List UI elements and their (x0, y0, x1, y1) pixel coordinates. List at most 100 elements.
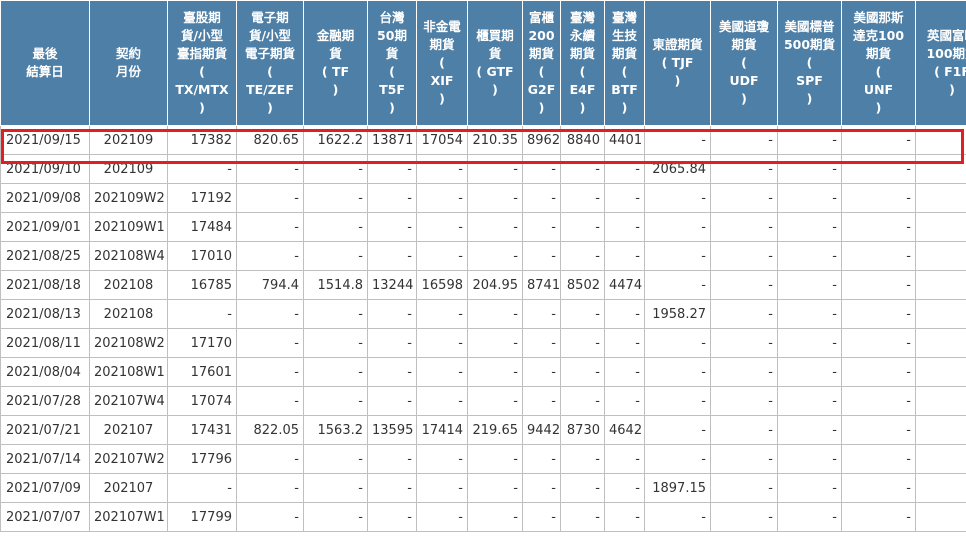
price-cell: - (416, 154, 468, 184)
price-cell: - (604, 444, 645, 474)
price-cell: - (777, 473, 842, 503)
price-cell: - (236, 183, 304, 213)
price-cell: - (522, 299, 561, 329)
table-row: 2021/07/14202107W217796------------- (0, 444, 966, 474)
price-cell: - (522, 154, 561, 184)
price-cell: - (416, 212, 468, 242)
price-cell: - (560, 386, 605, 416)
price-cell: 17431 (167, 415, 237, 445)
price-cell: - (416, 328, 468, 358)
price-cell: 8741 (522, 270, 561, 300)
contract-month-cell: 202109W2 (89, 183, 168, 213)
price-cell: - (303, 241, 368, 271)
price-cell: - (644, 502, 711, 532)
price-cell: 13871 (367, 125, 417, 155)
price-cell: - (644, 328, 711, 358)
price-cell: - (303, 386, 368, 416)
price-cell: - (303, 212, 368, 242)
price-cell: 1514.8 (303, 270, 368, 300)
price-cell: 204.95 (467, 270, 523, 300)
price-cell: - (777, 299, 842, 329)
price-cell: - (604, 357, 645, 387)
price-cell: - (604, 502, 645, 532)
price-cell: - (841, 473, 916, 503)
table-body: 2021/09/15 202109 17382 820.65 1622.2 13871 17… (0, 125, 966, 532)
price-cell: - (467, 154, 523, 184)
price-cell: - (915, 502, 966, 532)
price-cell: 1958.27 (644, 299, 711, 329)
table-row: 2021/07/21 202107 17431 822.05 1563.2 13595 17… (0, 415, 966, 445)
price-cell: - (367, 183, 417, 213)
price-cell: 1563.2 (303, 415, 368, 445)
price-cell: - (367, 241, 417, 271)
price-cell: - (604, 241, 645, 271)
price-cell: - (644, 357, 711, 387)
column-header: 美國道瓊 期貨 ( UDF ) (710, 0, 778, 126)
price-cell: - (522, 444, 561, 474)
price-cell: - (236, 502, 304, 532)
price-cell: - (915, 125, 966, 155)
price-cell: - (710, 183, 778, 213)
price-cell: - (303, 183, 368, 213)
price-cell: - (522, 183, 561, 213)
contract-month-cell: 202108W4 (89, 241, 168, 271)
price-cell: - (367, 473, 417, 503)
price-cell: 17414 (416, 415, 468, 445)
column-header: 非金電 期貨 ( XIF ) (416, 0, 468, 126)
price-cell: - (841, 502, 916, 532)
table-row: 2021/07/07202107W117799------------- (0, 502, 966, 532)
price-cell: - (644, 241, 711, 271)
settlement-date-cell: 2021/08/18 (0, 270, 90, 300)
price-cell: - (236, 473, 304, 503)
price-cell: - (710, 270, 778, 300)
price-cell: - (777, 154, 842, 184)
column-header: 臺灣 永續 期貨 ( E4F ) (560, 0, 605, 126)
price-cell: - (367, 299, 417, 329)
price-cell: - (841, 415, 916, 445)
price-cell: - (367, 444, 417, 474)
price-cell: - (167, 473, 237, 503)
settlement-date-cell: 2021/07/09 (0, 473, 90, 503)
price-cell: - (915, 212, 966, 242)
price-cell: - (915, 415, 966, 445)
price-cell: - (915, 299, 966, 329)
table-row: 2021/08/13202108---------1958.27---- (0, 299, 966, 329)
price-cell: - (367, 328, 417, 358)
table-row: 2021/09/08202109W217192------------- (0, 183, 966, 213)
price-cell: 17382 (167, 125, 237, 155)
price-cell: - (416, 183, 468, 213)
price-cell: 16785 (167, 270, 237, 300)
contract-month-cell: 202107W4 (89, 386, 168, 416)
table-row: 2021/08/11202108W217170------------- (0, 328, 966, 358)
price-cell: - (467, 473, 523, 503)
price-cell: - (416, 357, 468, 387)
contract-month-cell: 202108W2 (89, 328, 168, 358)
column-header: 契約 月份 (89, 0, 168, 126)
price-cell: - (777, 212, 842, 242)
price-cell: - (777, 328, 842, 358)
price-cell: - (560, 183, 605, 213)
price-cell: 2065.84 (644, 154, 711, 184)
settlement-date-cell: 2021/07/07 (0, 502, 90, 532)
price-cell: 4401 (604, 125, 645, 155)
price-cell: - (644, 444, 711, 474)
price-cell: - (915, 444, 966, 474)
column-header: 東證期貨 ( TJF ) (644, 0, 711, 126)
price-cell: - (303, 299, 368, 329)
price-cell: - (236, 299, 304, 329)
price-cell: - (522, 241, 561, 271)
price-cell: - (236, 154, 304, 184)
contract-month-cell: 202107 (89, 473, 168, 503)
table-row: 2021/08/25202108W417010------------- (0, 241, 966, 271)
price-cell: - (560, 473, 605, 503)
price-cell: - (236, 212, 304, 242)
price-cell: - (777, 415, 842, 445)
contract-month-cell: 202109W1 (89, 212, 168, 242)
price-cell: - (841, 444, 916, 474)
price-cell: - (710, 299, 778, 329)
column-header: 金融期 貨 ( TF ) (303, 0, 368, 126)
price-cell: - (522, 328, 561, 358)
table-row: 2021/08/04202108W117601------------- (0, 357, 966, 387)
table-row: 2021/07/28202107W417074------------- (0, 386, 966, 416)
price-cell: 13595 (367, 415, 417, 445)
